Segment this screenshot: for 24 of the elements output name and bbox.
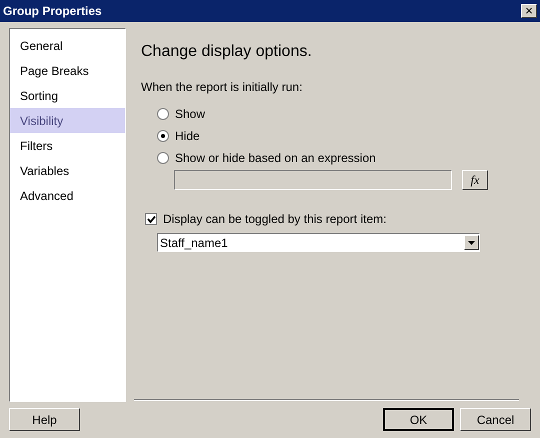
sidebar-item[interactable]: Advanced (10, 183, 125, 208)
sidebar-item[interactable]: Filters (10, 133, 125, 158)
close-button[interactable]: × (521, 4, 537, 18)
radio-label: Show or hide based on an expression (175, 150, 376, 167)
radio-label: Hide (175, 128, 200, 145)
radio-button[interactable] (157, 152, 169, 164)
help-button[interactable]: Help (9, 408, 80, 431)
dropdown-value: Staff_name1 (159, 234, 228, 252)
sidebar-item[interactable]: Sorting (10, 83, 125, 108)
checkbox[interactable] (145, 213, 157, 225)
radio-label: Show (175, 106, 206, 123)
sidebar-item[interactable]: General (10, 33, 125, 58)
window-title: Group Properties (3, 3, 102, 20)
ok-button[interactable]: OK (383, 408, 454, 431)
radio-button[interactable] (157, 108, 169, 120)
section-label: When the report is initially run: (141, 79, 304, 96)
sidebar-item[interactable]: Visibility (10, 108, 125, 133)
radio-button[interactable] (157, 130, 169, 142)
cancel-button[interactable]: Cancel (460, 408, 531, 431)
report-item-dropdown[interactable]: Staff_name1 (157, 233, 480, 252)
sidebar-item[interactable]: Variables (10, 158, 125, 183)
checkbox-label: Display can be toggled by this report item: (163, 211, 386, 228)
page-heading: Change display options. (141, 42, 313, 60)
sidebar-item[interactable]: Page Breaks (10, 58, 125, 83)
